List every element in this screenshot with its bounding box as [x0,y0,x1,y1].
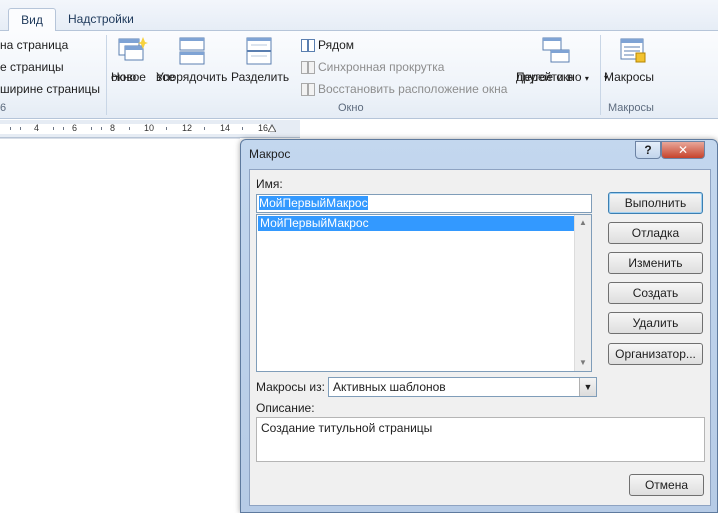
ruler-number: 12 [182,123,193,133]
create-button[interactable]: Создать [608,282,703,304]
indent-marker-icon[interactable] [268,124,276,132]
new-window-icon [118,37,148,61]
zoom-group-label: 6 [0,102,7,114]
dropdown-arrow-icon: ▾ [584,74,589,83]
split-label: Разделить [231,70,290,84]
scroll-down-icon[interactable]: ▼ [575,355,591,371]
ruler-number: 14 [220,123,231,133]
switch-windows-icon [542,37,570,63]
ruler-number: 8 [110,123,116,133]
switch-windows-button[interactable]: Перейти в другое окно ▾ [516,35,596,84]
window-group-label: Окно [338,102,364,114]
ruler-number: 6 [72,123,78,133]
arrange-all-label-2: все [156,70,175,84]
debug-button[interactable]: Отладка [608,222,703,244]
delete-button[interactable]: Удалить [608,312,703,334]
two-pages-button[interactable]: е страницы [0,60,64,74]
horizontal-ruler[interactable]: 4 6 8 10 12 14 16 [0,120,300,138]
arrange-all-button[interactable]: Упорядочить все [156,35,228,84]
page-width-button[interactable]: ширине страницы [0,82,100,96]
reset-position-icon [301,83,315,96]
list-item[interactable]: МойПервыйМакрос [258,216,574,231]
side-by-side-icon [301,39,315,52]
edit-button[interactable]: Изменить [608,252,703,274]
ruler-tick [10,127,11,130]
macros-button-label: Макросы [604,70,655,84]
new-window-label-2: окно [111,70,137,84]
ruler-tick [20,127,21,130]
ruler-tick [63,127,64,130]
ruler-number: 4 [34,123,40,133]
ruler-tick [129,127,130,130]
dialog-title: Макрос [249,147,291,161]
tab-view[interactable]: Вид [8,8,56,32]
chevron-down-icon[interactable]: ▼ [579,378,596,396]
sync-scroll-icon [301,61,315,74]
macro-list[interactable]: МойПервыйМакрос ▲ ▼ [256,214,592,372]
macros-button[interactable]: Макросы ▾ [604,35,660,84]
macros-in-select[interactable]: Активных шаблонов ▼ [328,377,597,397]
macros-in-value: Активных шаблонов [333,380,446,394]
description-label: Описание: [256,401,315,415]
cancel-button[interactable]: Отмена [629,474,704,496]
side-by-side-button[interactable]: Рядом [318,38,354,52]
ruler-tick [242,127,243,130]
ruler-tick [53,127,54,130]
one-page-button[interactable]: на страница [0,38,68,52]
macro-name-input[interactable]: МойПервыйМакрос [256,194,592,213]
document-edge [0,138,240,139]
macro-dialog: Макрос ? ✕ Имя: МойПервыйМакрос МойПервы… [240,139,718,513]
reset-position-button[interactable]: Восстановить расположение окна [318,82,507,96]
macro-name-value: МойПервыйМакрос [259,196,368,210]
arrange-all-icon [179,37,205,65]
tab-addins[interactable]: Надстройки [58,8,144,31]
ruler-tick [166,127,167,130]
ribbon-tab-bar: Вид Надстройки [0,0,718,32]
help-button[interactable]: ? [635,141,661,159]
macros-in-label: Макросы из: [256,380,325,394]
macros-group-label: Макросы [608,102,654,114]
sync-scroll-button[interactable]: Синхронная прокрутка [318,60,444,74]
ruler-tick [91,127,92,130]
dropdown-arrow-icon: ▾ [604,73,609,82]
organizer-button[interactable]: Организатор... [608,343,703,365]
list-scrollbar[interactable]: ▲ ▼ [574,215,591,371]
new-window-button[interactable]: Новое окно [111,35,153,84]
group-separator [600,35,601,115]
ruler-tick [101,127,102,130]
ruler-number: 16 [258,123,269,133]
description-box: Создание титульной страницы [256,417,705,462]
group-separator [106,35,107,115]
split-icon [246,37,272,65]
macros-icon [620,38,646,63]
scroll-up-icon[interactable]: ▲ [575,215,591,231]
ribbon: на страница е страницы ширине страницы 6… [0,31,718,119]
switch-windows-label-2: другое окно ▾ [516,70,589,84]
split-button[interactable]: Разделить [231,35,289,84]
name-label: Имя: [256,177,283,191]
close-button[interactable]: ✕ [661,141,705,159]
run-button[interactable]: Выполнить [608,192,703,214]
ruler-number: 10 [144,123,155,133]
ruler-tick [204,127,205,130]
dialog-body: Имя: МойПервыйМакрос МойПервыйМакрос ▲ ▼… [249,169,711,506]
